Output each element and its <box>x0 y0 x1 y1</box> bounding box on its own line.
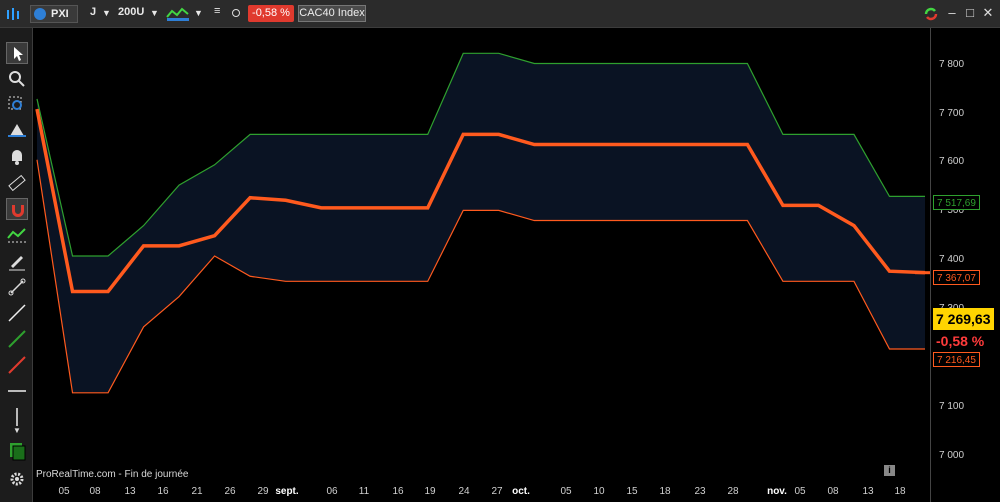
price-tick: 7 100 <box>939 401 965 412</box>
pencil-tool-icon[interactable] <box>6 250 28 272</box>
date-tick: 29 <box>257 486 269 497</box>
upper-band-label: 7 517,69 <box>933 195 980 210</box>
period-select[interactable]: J <box>90 6 96 18</box>
band-fill <box>37 53 925 393</box>
footer-brand: ProRealTime.com - Fin de journée <box>36 469 189 480</box>
date-tick: 13 <box>862 486 874 497</box>
price-tick: 7 000 <box>939 450 965 461</box>
bell-tool-icon[interactable] <box>6 146 28 168</box>
instrument-badge[interactable]: CAC40 Index <box>298 5 366 22</box>
price-tick: 7 700 <box>939 108 965 119</box>
date-tick: 18 <box>659 486 671 497</box>
top-toolbar: PXI J ▼ 200U ▼ ▼ ≡ -0,58 % CAC40 Index –… <box>0 0 1000 28</box>
change-label: -0,58 % <box>933 331 988 351</box>
date-tick: 08 <box>89 486 101 497</box>
drawing-toolbar: ▼ <box>0 28 33 502</box>
horizontal-line-tool-icon[interactable] <box>6 380 28 402</box>
date-tick: 21 <box>191 486 203 497</box>
date-tick: 18 <box>894 486 906 497</box>
change-badge: -0,58 % <box>248 5 294 22</box>
date-tick: 13 <box>124 486 136 497</box>
zoom-tool-icon[interactable] <box>6 68 28 90</box>
date-tick: 10 <box>593 486 605 497</box>
chart-type-chevron-icon[interactable]: ▼ <box>194 8 203 18</box>
vertical-line-tool-icon[interactable] <box>6 406 28 428</box>
date-tick: sept. <box>275 486 299 497</box>
date-tick: 11 <box>358 486 370 497</box>
date-tick: 15 <box>626 486 638 497</box>
segment-tool-icon[interactable] <box>6 276 28 298</box>
refresh-icon[interactable] <box>922 5 940 23</box>
units-select[interactable]: 200U <box>118 6 144 18</box>
lower-band-label: 7 216,45 <box>933 352 980 367</box>
trend-tool-icon[interactable] <box>6 224 28 246</box>
close-icon[interactable]: ✕ <box>980 5 996 21</box>
line-green-tool-icon[interactable] <box>6 328 28 350</box>
date-tick: 08 <box>827 486 839 497</box>
date-tick: 05 <box>58 486 70 497</box>
chart-area[interactable] <box>33 28 930 484</box>
date-tick: 06 <box>326 486 338 497</box>
date-tick: 28 <box>727 486 739 497</box>
date-tick: 27 <box>491 486 503 497</box>
magnet-tool-icon[interactable] <box>6 198 28 220</box>
date-tick: 05 <box>560 486 572 497</box>
date-tick: 19 <box>424 486 436 497</box>
info-icon[interactable]: i <box>884 465 895 476</box>
date-tick: 05 <box>794 486 806 497</box>
layers-icon[interactable] <box>6 440 28 462</box>
settings-gear-icon[interactable] <box>6 468 28 490</box>
more-tools-chevron-icon[interactable]: ▼ <box>6 426 28 436</box>
date-tick: nov. <box>767 486 787 497</box>
middle-band-label: 7 367,07 <box>933 270 980 285</box>
date-tick: oct. <box>512 486 530 497</box>
price-tick: 7 400 <box>939 254 965 265</box>
period-chevron-icon[interactable]: ▼ <box>102 8 111 18</box>
price-chart[interactable] <box>33 28 930 484</box>
candlestick-icon[interactable] <box>166 5 190 23</box>
date-tick: 23 <box>694 486 706 497</box>
line-red-tool-icon[interactable] <box>6 354 28 376</box>
pointer-tool-icon[interactable] <box>6 42 28 64</box>
date-tick: 16 <box>392 486 404 497</box>
date-tick: 24 <box>458 486 470 497</box>
price-axis[interactable]: 7 800 7 700 7 600 7 500 7 400 7 300 7 10… <box>930 28 1000 502</box>
units-chevron-icon[interactable]: ▼ <box>150 8 159 18</box>
maximize-icon[interactable]: □ <box>962 5 978 21</box>
globe-icon <box>34 8 46 20</box>
date-tick: 26 <box>224 486 236 497</box>
menu-icon[interactable]: ≡ <box>214 5 220 17</box>
minimize-icon[interactable]: – <box>944 5 960 21</box>
last-price-label: 7 269,63 <box>933 308 994 330</box>
ruler-tool-icon[interactable] <box>6 172 28 194</box>
record-icon[interactable] <box>232 9 240 17</box>
price-tick: 7 800 <box>939 59 965 70</box>
bar-chart-icon[interactable] <box>4 5 22 23</box>
alert-tool-icon[interactable] <box>6 120 28 142</box>
price-tick: 7 600 <box>939 156 965 167</box>
symbol-label: PXI <box>51 8 69 20</box>
symbol-field[interactable]: PXI <box>30 5 78 23</box>
zoom-area-tool-icon[interactable] <box>6 94 28 116</box>
date-tick: 16 <box>157 486 169 497</box>
line-white-tool-icon[interactable] <box>6 302 28 324</box>
date-axis[interactable]: 05 08 13 16 21 26 29 sept. 06 11 16 19 2… <box>33 484 930 502</box>
